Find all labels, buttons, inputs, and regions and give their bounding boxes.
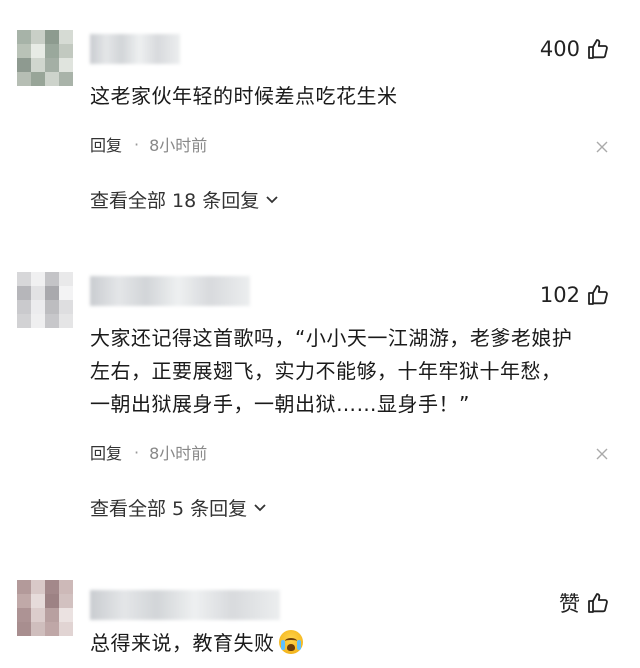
avatar-pixel (59, 608, 73, 622)
avatar-pixel (31, 314, 45, 328)
like-button[interactable]: 400 (540, 34, 610, 64)
avatar-pixel (59, 58, 73, 72)
avatar-pixel (31, 272, 45, 286)
avatar-pixel (31, 72, 45, 86)
avatar-pixel (45, 272, 59, 286)
avatar-pixel (59, 72, 73, 86)
view-replies-label: 查看全部 18 条回复 (90, 189, 260, 212)
timestamp: 8小时前 (149, 444, 208, 463)
comment-text: 总得来说，教育失败 (90, 627, 625, 660)
like-button[interactable]: 102 (540, 280, 610, 310)
view-replies-label: 查看全部 5 条回复 (90, 497, 248, 520)
avatar-pixel (31, 622, 45, 636)
avatar-pixel (59, 300, 73, 314)
avatar-pixel (31, 580, 45, 594)
avatar-pixel (17, 580, 31, 594)
avatar-pixel (45, 300, 59, 314)
avatar-pixel (59, 594, 73, 608)
like-count: 102 (539, 283, 580, 307)
avatar-pixel (45, 286, 59, 300)
avatar-pixel (17, 314, 31, 328)
thumbs-up-icon (588, 285, 608, 305)
avatar[interactable] (17, 272, 73, 328)
close-icon[interactable] (596, 448, 608, 460)
like-label: 赞 (559, 592, 580, 616)
comment-text-line: 一朝出狱展身手，一朝出狱……显身手！” (90, 392, 470, 416)
avatar-pixel (45, 44, 59, 58)
chevron-down-icon (266, 196, 278, 204)
username-blurred[interactable] (90, 276, 250, 306)
comment-text: 大家还记得这首歌吗，“小小天一江湖游，老爹老娘护 左右，正要展翅飞，实力不能够，… (90, 322, 625, 421)
close-icon[interactable] (596, 141, 608, 153)
avatar-pixel (45, 608, 59, 622)
avatar-pixel (31, 286, 45, 300)
avatar-pixel (59, 622, 73, 636)
reply-button[interactable]: 回复 (90, 132, 122, 156)
crying-face-emoji (278, 630, 303, 654)
comment-meta: 回复 · 8小时前 (90, 132, 208, 156)
avatar-pixel (31, 30, 45, 44)
comment-text-line: 大家还记得这首歌吗，“小小天一江湖游，老爹老娘护 (90, 326, 573, 350)
avatar-pixel (17, 622, 31, 636)
avatar-pixel (59, 272, 73, 286)
comment-meta: 回复 · 8小时前 (90, 440, 208, 464)
view-all-replies-button[interactable]: 查看全部 5 条回复 (90, 493, 267, 521)
avatar-pixel (45, 580, 59, 594)
avatar-pixel (45, 72, 59, 86)
avatar-pixel (45, 58, 59, 72)
thumbs-up-icon (588, 39, 608, 59)
avatar-pixel (17, 72, 31, 86)
avatar-pixel (45, 594, 59, 608)
avatar-pixel (17, 286, 31, 300)
username-blurred[interactable] (90, 590, 280, 620)
avatar-pixel (59, 30, 73, 44)
avatar-pixel (59, 286, 73, 300)
comment-text-line: 左右，正要展翅飞，实力不能够，十年牢狱十年愁， (90, 359, 562, 383)
avatar-pixel (17, 44, 31, 58)
thumbs-up-icon (588, 593, 608, 613)
avatar-pixel (45, 314, 59, 328)
avatar-pixel (45, 30, 59, 44)
like-count: 400 (539, 37, 580, 61)
avatar-pixel (17, 300, 31, 314)
avatar-pixel (31, 44, 45, 58)
avatar-pixel (17, 594, 31, 608)
avatar[interactable] (17, 30, 73, 86)
chevron-down-icon (254, 504, 266, 512)
reply-button[interactable]: 回复 (90, 440, 122, 464)
avatar-pixel (31, 594, 45, 608)
separator-dot: · (134, 134, 140, 154)
avatar-pixel (59, 44, 73, 58)
username-blurred[interactable] (90, 34, 180, 64)
comment-text-body: 总得来说，教育失败 (90, 631, 275, 655)
avatar-pixel (59, 580, 73, 594)
avatar-pixel (31, 608, 45, 622)
avatar-pixel (59, 314, 73, 328)
avatar-pixel (31, 58, 45, 72)
separator-dot: · (134, 442, 140, 462)
avatar-pixel (31, 300, 45, 314)
avatar-pixel (17, 58, 31, 72)
avatar-pixel (17, 608, 31, 622)
comment-text: 这老家伙年轻的时候差点吃花生米 (90, 84, 398, 108)
like-button[interactable]: 赞 (559, 588, 610, 618)
avatar-pixel (17, 272, 31, 286)
avatar[interactable] (17, 580, 73, 636)
avatar-pixel (17, 30, 31, 44)
avatar-pixel (45, 622, 59, 636)
timestamp: 8小时前 (149, 136, 208, 155)
view-all-replies-button[interactable]: 查看全部 18 条回复 (90, 185, 279, 213)
